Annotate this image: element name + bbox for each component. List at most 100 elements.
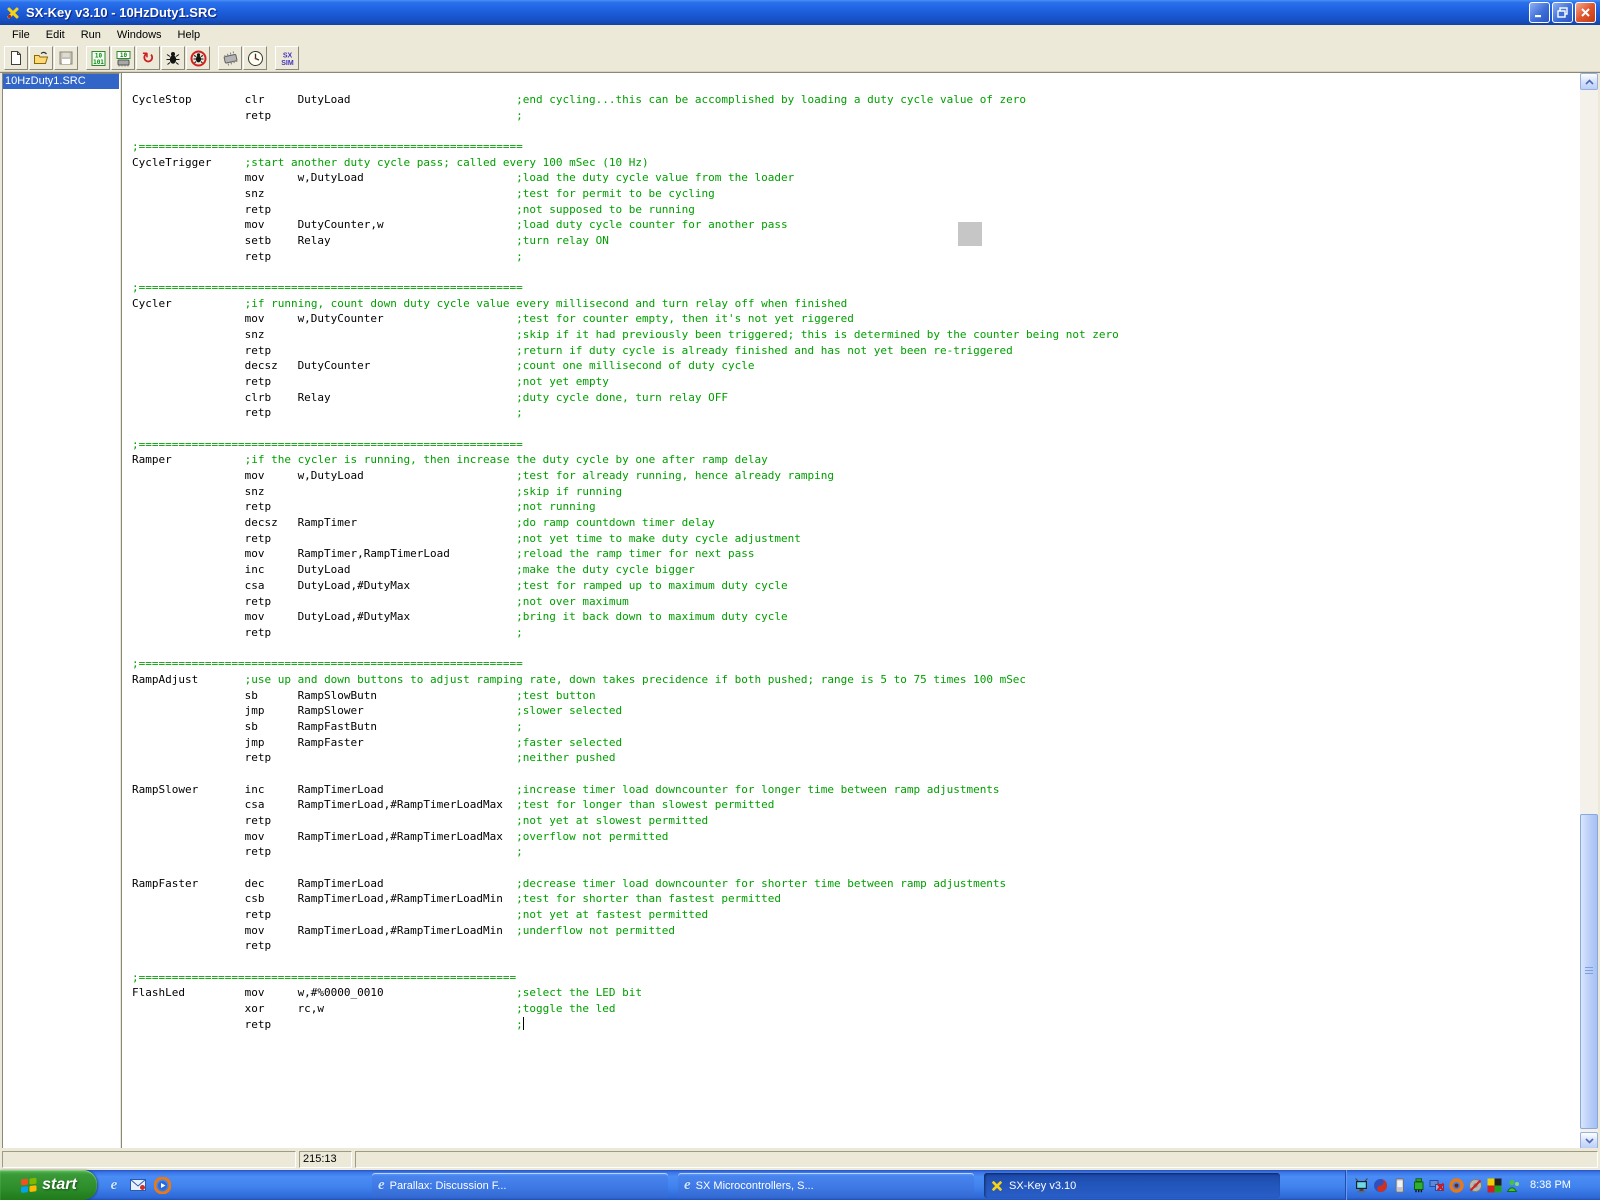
code-line[interactable]: retp ;not running	[132, 499, 1580, 515]
code-line[interactable]: retp ;	[132, 249, 1580, 265]
open-file-button[interactable]	[29, 46, 53, 70]
code-line[interactable]	[132, 860, 1580, 876]
code-line[interactable]: retp ;not yet time to make duty cycle ad…	[132, 531, 1580, 547]
code-line[interactable]: Cycler ;if running, count down duty cycl…	[132, 296, 1580, 312]
code-line[interactable]: retp ;not yet at slowest permitted	[132, 813, 1580, 829]
device-icon[interactable]	[1410, 1177, 1426, 1193]
scroll-down-button[interactable]	[1580, 1132, 1598, 1149]
code-line[interactable]	[132, 123, 1580, 139]
menu-run[interactable]: Run	[73, 27, 109, 43]
code-line[interactable]: snz ;skip if running	[132, 484, 1580, 500]
menu-file[interactable]: File	[4, 27, 38, 43]
code-line[interactable]: snz ;test for permit to be cycling	[132, 186, 1580, 202]
code-line[interactable]: retp ;	[132, 844, 1580, 860]
messenger-icon[interactable]	[1505, 1177, 1521, 1193]
code-line[interactable]: RampSlower inc RampTimerLoad ;increase t…	[132, 782, 1580, 798]
code-line[interactable]: jmp RampSlower ;slower selected	[132, 703, 1580, 719]
code-line[interactable]: mov RampTimer,RampTimerLoad ;reload the …	[132, 546, 1580, 562]
code-line[interactable]	[132, 421, 1580, 437]
new-file-button[interactable]	[4, 46, 28, 70]
menu-edit[interactable]: Edit	[38, 27, 73, 43]
code-line[interactable]	[132, 954, 1580, 970]
code-line[interactable]: retp ;	[132, 625, 1580, 641]
media-player-icon[interactable]	[152, 1175, 172, 1195]
code-line[interactable]: retp ;	[132, 405, 1580, 421]
code-line[interactable]: retp ;not supposed to be running	[132, 202, 1580, 218]
code-line[interactable]: RampFaster dec RampTimerLoad ;decrease t…	[132, 876, 1580, 892]
code-line[interactable]: retp ;return if duty cycle is already fi…	[132, 343, 1580, 359]
code-line[interactable]: CycleTrigger ;start another duty cycle p…	[132, 155, 1580, 171]
code-line[interactable]: snz ;skip if it had previously been trig…	[132, 327, 1580, 343]
sync-icon[interactable]	[1372, 1177, 1388, 1193]
code-line[interactable]: csa DutyLoad,#DutyMax ;test for ramped u…	[132, 578, 1580, 594]
code-line[interactable]: RampAdjust ;use up and down buttons to a…	[132, 672, 1580, 688]
run-button[interactable]: ↻	[136, 46, 160, 70]
scrollbar-thumb[interactable]	[1580, 814, 1598, 1129]
code-line[interactable]: jmp RampFaster ;faster selected	[132, 735, 1580, 751]
file-tab-10hzduty1[interactable]: 10HzDuty1.SRC	[3, 74, 119, 89]
code-line[interactable]	[132, 766, 1580, 782]
restore-button[interactable]	[1552, 2, 1573, 23]
internet-explorer-icon[interactable]: e	[104, 1175, 124, 1195]
code-line[interactable]: retp ;neither pushed	[132, 750, 1580, 766]
code-line[interactable]: setb Relay ;turn relay ON	[132, 233, 1580, 249]
clock-button[interactable]	[243, 46, 267, 70]
code-line[interactable]: xor rc,w ;toggle the led	[132, 1001, 1580, 1017]
code-line[interactable]: mov DutyLoad,#DutyMax ;bring it back dow…	[132, 609, 1580, 625]
assemble-button[interactable]: 10 101	[86, 46, 110, 70]
code-line[interactable]	[132, 264, 1580, 280]
code-line[interactable]: retp ;not yet empty	[132, 374, 1580, 390]
code-line[interactable]: mov w,DutyCounter ;test for counter empt…	[132, 311, 1580, 327]
code-line[interactable]: sb RampSlowButn ;test button	[132, 688, 1580, 704]
vertical-scrollbar[interactable]	[1580, 73, 1598, 1149]
start-button[interactable]: start	[0, 1170, 97, 1200]
sx-sim-button[interactable]: SX SIM	[275, 46, 299, 70]
task-button-sx-key[interactable]: SX-Key v3.10	[984, 1173, 1280, 1198]
code-line[interactable]: ;=======================================…	[132, 656, 1580, 672]
outlook-express-icon[interactable]	[128, 1175, 148, 1195]
muted-audio-icon[interactable]	[1467, 1177, 1483, 1193]
code-line[interactable]: mov w,DutyLoad ;load the duty cycle valu…	[132, 170, 1580, 186]
code-line[interactable]: ;=======================================…	[132, 139, 1580, 155]
code-line[interactable]: mov RampTimerLoad,#RampTimerLoadMax ;ove…	[132, 829, 1580, 845]
code-line[interactable]: mov w,DutyLoad ;test for already running…	[132, 468, 1580, 484]
code-line[interactable]	[132, 641, 1580, 657]
code-line[interactable]: retp ;not over maximum	[132, 594, 1580, 610]
save-file-button[interactable]	[54, 46, 78, 70]
minimize-button[interactable]	[1529, 2, 1550, 23]
code-line[interactable]: retp ;not yet at fastest permitted	[132, 907, 1580, 923]
offline-network-icon[interactable]	[1429, 1177, 1445, 1193]
code-line[interactable]: clrb Relay ;duty cycle done, turn relay …	[132, 390, 1580, 406]
code-line[interactable]: retp ;	[132, 1017, 1580, 1033]
menu-windows[interactable]: Windows	[109, 27, 170, 43]
close-button[interactable]	[1575, 2, 1596, 23]
code-line[interactable]: mov RampTimerLoad,#RampTimerLoadMin ;und…	[132, 923, 1580, 939]
code-line[interactable]: retp ;	[132, 108, 1580, 124]
task-button-parallax-forum[interactable]: e Parallax: Discussion F...	[372, 1173, 668, 1198]
debug-button[interactable]	[161, 46, 185, 70]
code-line[interactable]: Ramper ;if the cycler is running, then i…	[132, 452, 1580, 468]
display-colors-icon[interactable]	[1486, 1177, 1502, 1193]
code-line[interactable]: inc DutyLoad ;make the duty cycle bigger	[132, 562, 1580, 578]
code-line[interactable]: csb RampTimerLoad,#RampTimerLoadMin ;tes…	[132, 891, 1580, 907]
scroll-up-button[interactable]	[1580, 73, 1598, 90]
code-line[interactable]: mov DutyCounter,w ;load duty cycle count…	[132, 217, 1580, 233]
device-button[interactable]	[218, 46, 242, 70]
code-line[interactable]: decsz RampTimer ;do ramp countdown timer…	[132, 515, 1580, 531]
code-line[interactable]: decsz DutyCounter ;count one millisecond…	[132, 358, 1580, 374]
stop-debug-button[interactable]	[186, 46, 210, 70]
monitor-icon[interactable]	[1353, 1177, 1369, 1193]
menu-help[interactable]: Help	[170, 27, 209, 43]
code-line[interactable]: ;=======================================…	[132, 437, 1580, 453]
code-line[interactable]: sb RampFastButn ;	[132, 719, 1580, 735]
code-line[interactable]: csa RampTimerLoad,#RampTimerLoadMax ;tes…	[132, 797, 1580, 813]
code-line[interactable]: ;=======================================…	[132, 280, 1580, 296]
alert-target-icon[interactable]	[1448, 1177, 1464, 1193]
program-button[interactable]: 10	[111, 46, 135, 70]
code-line[interactable]: FlashLed mov w,#%0000_0010 ;select the L…	[132, 985, 1580, 1001]
task-button-sx-microcontrollers[interactable]: e SX Microcontrollers, S...	[678, 1173, 974, 1198]
code-line[interactable]: retp	[132, 938, 1580, 954]
code-line[interactable]: ;=======================================…	[132, 970, 1580, 986]
code-editor[interactable]: CycleStop clr DutyLoad ;end cycling...th…	[121, 73, 1580, 1149]
pda-icon[interactable]	[1391, 1177, 1407, 1193]
